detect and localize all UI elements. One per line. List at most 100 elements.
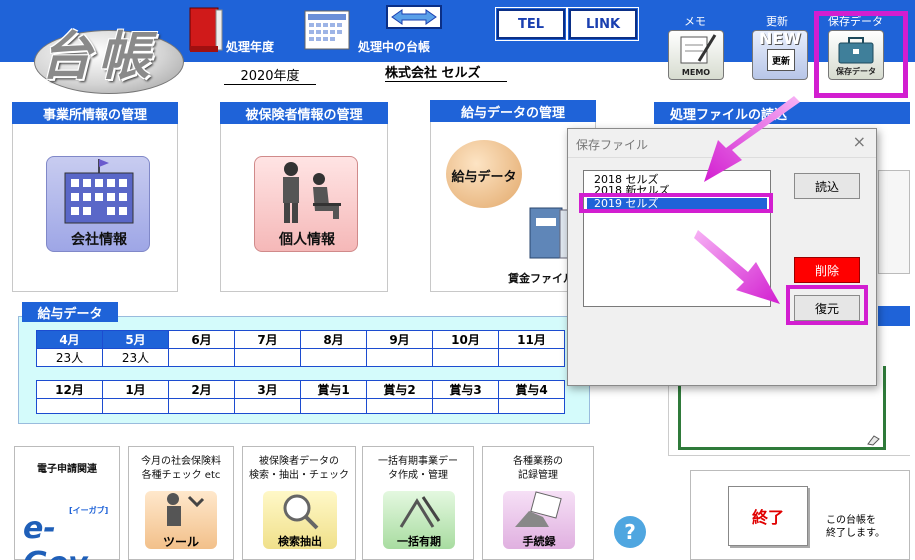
extract-caption: 検索抽出: [278, 535, 322, 548]
check-tool-caption: ツール: [162, 535, 199, 549]
ledger-book-icon: [189, 7, 223, 52]
binder-icon[interactable]: [526, 204, 570, 262]
dialog-title: 保存ファイル: [576, 138, 649, 152]
salary-data-caption: 給与データ: [451, 170, 517, 185]
company-info-caption: 会社情報: [71, 232, 127, 248]
headcount-cell: [300, 348, 367, 367]
exit-button[interactable]: 終了: [728, 486, 808, 546]
right-blue-strip: [878, 306, 910, 326]
worker-icon: [167, 493, 205, 526]
switch-arrows-button[interactable]: [386, 5, 442, 29]
extract-text: 被保険者データの 検索・抽出・チェック: [249, 456, 349, 481]
salary-data-title: 給与データ: [22, 302, 118, 322]
help-button[interactable]: ?: [614, 516, 646, 548]
month-cell[interactable]: 2月: [168, 380, 235, 399]
calendar-icon: [304, 10, 350, 50]
month-cell[interactable]: 9月: [366, 330, 433, 349]
headcount-cell: [102, 398, 169, 414]
shovel-icon: [399, 496, 441, 528]
salary-table-row1: 4月 5月 6月 7月 8月 9月 10月 11月 23人 23人: [36, 330, 565, 367]
extract-card[interactable]: 被保険者データの 検索・抽出・チェック 検索抽出: [242, 446, 356, 560]
headcount-cell: [300, 398, 367, 414]
headcount-cell: [366, 348, 433, 367]
headcount-cell: [366, 398, 433, 414]
annotation-arrow-icon: [694, 230, 780, 304]
restore-button-highlight: [786, 285, 868, 325]
bonus-cell[interactable]: 賞与1: [300, 380, 367, 399]
update-icon: 更新: [767, 49, 795, 71]
processing-year-label: 処理年度: [226, 40, 275, 54]
bulk-caption: 一括有期: [397, 535, 441, 548]
double-arrow-icon: [391, 9, 437, 25]
record-text: 各種業務の 記録管理: [513, 456, 563, 481]
right-side-panel: [878, 170, 910, 274]
month-cell[interactable]: 1月: [102, 380, 169, 399]
record-caption: 手続録: [522, 535, 556, 548]
selected-item-highlight: [579, 193, 773, 213]
month-cell[interactable]: 7月: [234, 330, 301, 349]
headcount-cell: [168, 348, 235, 367]
headcount-cell: [498, 398, 565, 414]
app-logo: 台帳: [40, 27, 157, 87]
tel-button[interactable]: TEL: [495, 7, 567, 41]
personal-info-button[interactable]: 個人情報: [254, 156, 358, 252]
bulk-text: 一括有期事業デー タ作成・管理: [378, 456, 458, 481]
check-tool-text: 今月の社会保険料 各種チェック etc: [141, 456, 221, 481]
egov-card-title: 電子申請関連: [37, 464, 97, 475]
processing-book-label: 処理中の台帳: [358, 40, 431, 54]
insured-section-header: 被保険者情報の管理: [220, 102, 388, 124]
save-button-highlight: [814, 11, 908, 98]
bulk-icon-wrap: 一括有期: [383, 491, 455, 549]
headcount-cell: [234, 348, 301, 367]
record-icon-wrap: 手続録: [503, 491, 575, 549]
month-cell[interactable]: 8月: [300, 330, 367, 349]
company-info-button[interactable]: 会社情報: [46, 156, 150, 252]
close-icon[interactable]: ×: [853, 132, 866, 151]
headcount-cell: [168, 398, 235, 414]
egov-card[interactable]: 電子申請関連 [イーガブ] e-Gov: [14, 446, 120, 560]
memo-icon: [680, 34, 717, 64]
year-value: 2020年度: [224, 65, 316, 85]
update-button[interactable]: NEW 更新: [752, 29, 808, 80]
record-card[interactable]: 各種業務の 記録管理 手続録: [482, 446, 594, 560]
month-cell[interactable]: 11月: [498, 330, 565, 349]
app-window: 台帳 処理年度 処理中の台帳 TEL LINK メモ 更新 保存データ MEMO: [0, 0, 915, 560]
headcount-cell: [36, 398, 103, 414]
exit-note: この台帳を 終了します。: [826, 515, 885, 539]
month-cell[interactable]: 3月: [234, 380, 301, 399]
headcount-cell: 23人: [36, 348, 103, 367]
month-cell[interactable]: 10月: [432, 330, 499, 349]
memo-icon-caption: MEMO: [681, 68, 711, 77]
month-cell[interactable]: 12月: [36, 380, 103, 399]
salary-table-row2: 12月 1月 2月 3月 賞与1 賞与2 賞与3 賞与4: [36, 380, 565, 414]
headcount-cell: 23人: [102, 348, 169, 367]
headcount-cell: [432, 348, 499, 367]
salary-data-button[interactable]: 給与データ: [446, 140, 522, 208]
egov-logo: e-Gov: [23, 511, 88, 560]
month-cell[interactable]: 5月: [102, 330, 169, 349]
hand-card-icon: [515, 491, 562, 527]
update-label: 更新: [766, 15, 788, 28]
bonus-cell[interactable]: 賞与4: [498, 380, 565, 399]
memo-button[interactable]: MEMO: [668, 30, 724, 80]
bonus-cell[interactable]: 賞与3: [432, 380, 499, 399]
extract-icon-wrap: 検索抽出: [263, 491, 337, 549]
bonus-cell[interactable]: 賞与2: [366, 380, 433, 399]
office-building-icon: [64, 159, 134, 224]
personal-info-caption: 個人情報: [279, 232, 335, 248]
check-tool-icon: ツール: [145, 491, 217, 549]
month-cell[interactable]: 6月: [168, 330, 235, 349]
headcount-cell: [498, 348, 565, 367]
bulk-card[interactable]: 一括有期事業デー タ作成・管理 一括有期: [362, 446, 474, 560]
office-section-header: 事業所情報の管理: [12, 102, 178, 124]
memo-label: メモ: [684, 15, 706, 28]
persons-icon: [283, 162, 341, 223]
link-button[interactable]: LINK: [567, 7, 639, 41]
month-cell[interactable]: 4月: [36, 330, 103, 349]
company-value: 株式会社 セルズ: [385, 62, 507, 82]
update-new-badge: NEW: [759, 29, 801, 48]
delete-button[interactable]: 削除: [794, 257, 860, 283]
check-tool-card[interactable]: 今月の社会保険料 各種チェック etc ツール: [128, 446, 234, 560]
salary-mgmt-section-header: 給与データの管理: [430, 100, 596, 122]
headcount-cell: [432, 398, 499, 414]
